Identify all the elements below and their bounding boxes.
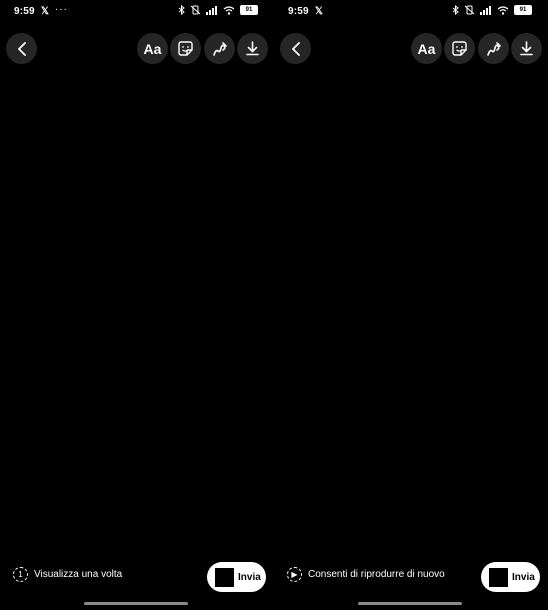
view-once-icon: 1 bbox=[13, 567, 28, 582]
bluetooth-icon bbox=[452, 5, 459, 15]
x-logo-icon: 𝕏 bbox=[314, 6, 323, 17]
home-indicator[interactable] bbox=[84, 602, 188, 605]
draw-button[interactable] bbox=[204, 33, 235, 64]
battery-icon: 91 bbox=[240, 5, 258, 15]
send-button[interactable]: Invia bbox=[481, 562, 540, 592]
download-icon bbox=[246, 41, 259, 56]
view-once-label: Visualizza una volta bbox=[34, 569, 123, 580]
vibrate-off-icon bbox=[190, 5, 201, 15]
text-tool-label: Aa bbox=[417, 40, 436, 57]
download-icon bbox=[520, 41, 533, 56]
bluetooth-icon bbox=[178, 5, 185, 15]
sticker-icon bbox=[178, 41, 193, 56]
left-panel: 9:59 𝕏 ··· 91 Aa 1 Visualizza una volta … bbox=[0, 0, 274, 610]
battery-level: 91 bbox=[245, 7, 253, 13]
status-left: 9:59 𝕏 ··· bbox=[14, 4, 68, 17]
x-logo-icon: 𝕏 bbox=[40, 6, 49, 17]
bottom-bar: 1 Visualizza una volta Invia bbox=[0, 562, 274, 592]
back-button[interactable] bbox=[6, 33, 37, 64]
allow-replay-toggle[interactable]: ▶ Consenti di riprodurre di nuovo bbox=[287, 567, 445, 582]
view-once-toggle[interactable]: 1 Visualizza una volta bbox=[13, 567, 122, 582]
download-button[interactable] bbox=[511, 33, 542, 64]
wifi-icon bbox=[223, 5, 235, 15]
text-tool-button[interactable]: Aa bbox=[137, 33, 168, 64]
chevron-left-icon bbox=[17, 41, 26, 56]
status-left: 9:59 𝕏 bbox=[288, 6, 323, 17]
replay-icon: ▶ bbox=[287, 567, 302, 582]
status-bar: 9:59 𝕏 91 bbox=[274, 0, 548, 24]
text-tool-label: Aa bbox=[143, 40, 162, 57]
send-thumbnail bbox=[489, 567, 508, 587]
chevron-left-icon bbox=[291, 41, 300, 56]
home-indicator[interactable] bbox=[358, 602, 462, 605]
send-label: Invia bbox=[512, 571, 535, 583]
download-button[interactable] bbox=[237, 33, 268, 64]
battery-icon: 91 bbox=[514, 5, 532, 15]
back-button[interactable] bbox=[280, 33, 311, 64]
vibrate-off-icon bbox=[464, 5, 475, 15]
text-tool-button[interactable]: Aa bbox=[411, 33, 442, 64]
send-thumbnail bbox=[215, 567, 234, 587]
more-dots: ··· bbox=[54, 4, 68, 15]
status-bar: 9:59 𝕏 ··· 91 bbox=[0, 0, 274, 24]
status-time: 9:59 bbox=[14, 6, 35, 17]
screen: 9:59 𝕏 ··· 91 Aa 1 Visualizza una volta … bbox=[0, 0, 548, 610]
send-button[interactable]: Invia bbox=[207, 562, 266, 592]
sticker-button[interactable] bbox=[170, 33, 201, 64]
sticker-icon bbox=[452, 41, 467, 56]
status-right: 91 bbox=[178, 5, 258, 15]
bottom-bar: ▶ Consenti di riprodurre di nuovo Invia bbox=[274, 562, 548, 592]
status-time: 9:59 bbox=[288, 6, 309, 17]
signal-icon bbox=[206, 5, 217, 15]
wifi-icon bbox=[497, 5, 509, 15]
battery-level: 91 bbox=[519, 7, 527, 13]
send-label: Invia bbox=[238, 571, 261, 583]
sticker-button[interactable] bbox=[444, 33, 475, 64]
draw-icon bbox=[212, 41, 227, 56]
draw-icon bbox=[486, 41, 501, 56]
right-panel: 9:59 𝕏 91 Aa ▶ Consenti di riprodurre di… bbox=[274, 0, 548, 610]
draw-button[interactable] bbox=[478, 33, 509, 64]
allow-replay-label: Consenti di riprodurre di nuovo bbox=[308, 569, 445, 580]
signal-icon bbox=[480, 5, 491, 15]
status-right: 91 bbox=[452, 5, 532, 15]
